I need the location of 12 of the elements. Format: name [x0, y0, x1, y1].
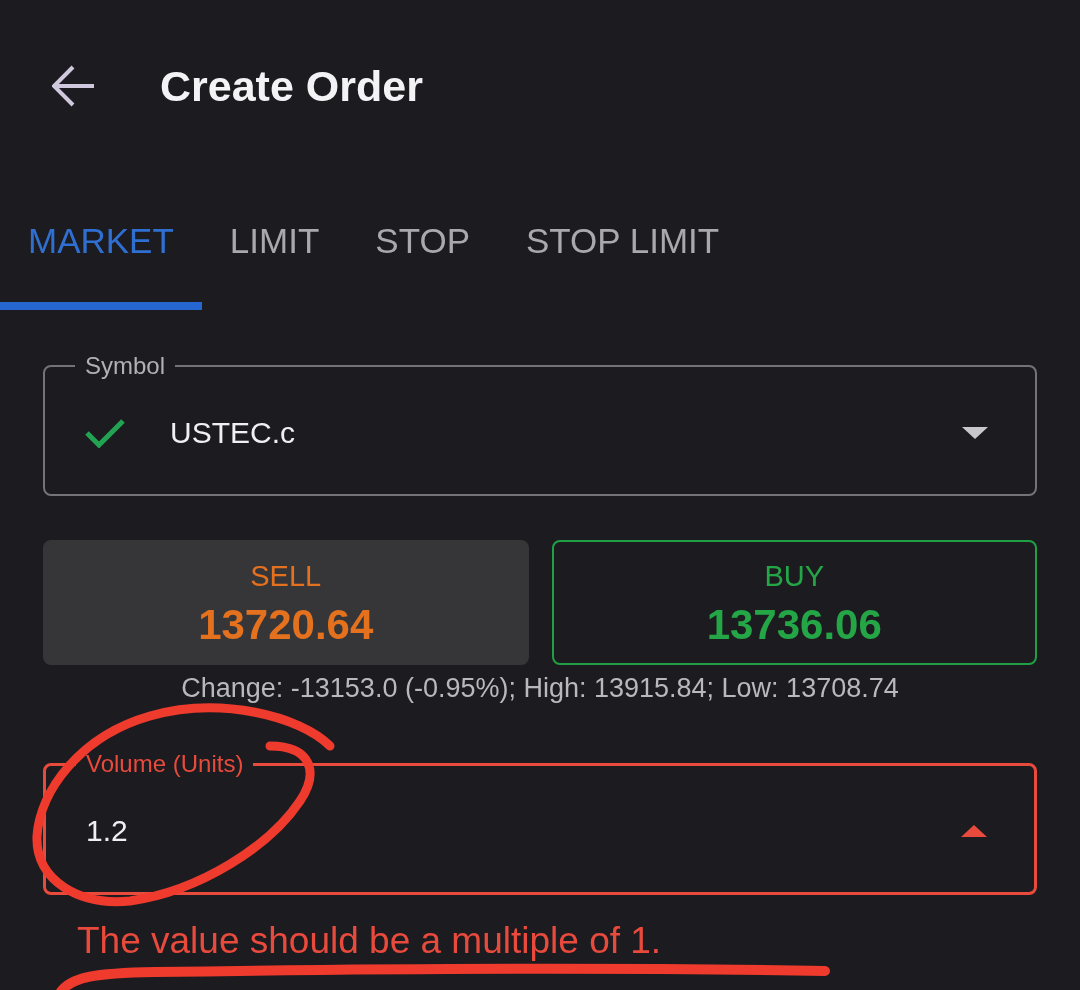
price-stats-text: Change: -13153.0 (-0.95%); High: 13915.84; Low: 13708.74: [180, 672, 900, 705]
order-type-tab[interactable]: STOP: [347, 200, 498, 310]
buy-button[interactable]: BUY 13736.06: [551, 540, 1037, 665]
order-type-tab[interactable]: LIMIT: [201, 200, 348, 310]
field-label: Symbol: [84, 352, 167, 380]
order-type-tab[interactable]: STOP LIMIT: [498, 200, 748, 310]
order-type-tab[interactable]: MARKET: [0, 200, 202, 310]
field-label: Volume (Units): [85, 750, 245, 778]
page-title: Create Order: [160, 61, 423, 111]
back-arrow-icon[interactable]: [52, 65, 96, 107]
error-message: The value should be a multiple of 1.: [77, 919, 663, 963]
sell-button[interactable]: SELL 13720.64: [43, 540, 529, 665]
